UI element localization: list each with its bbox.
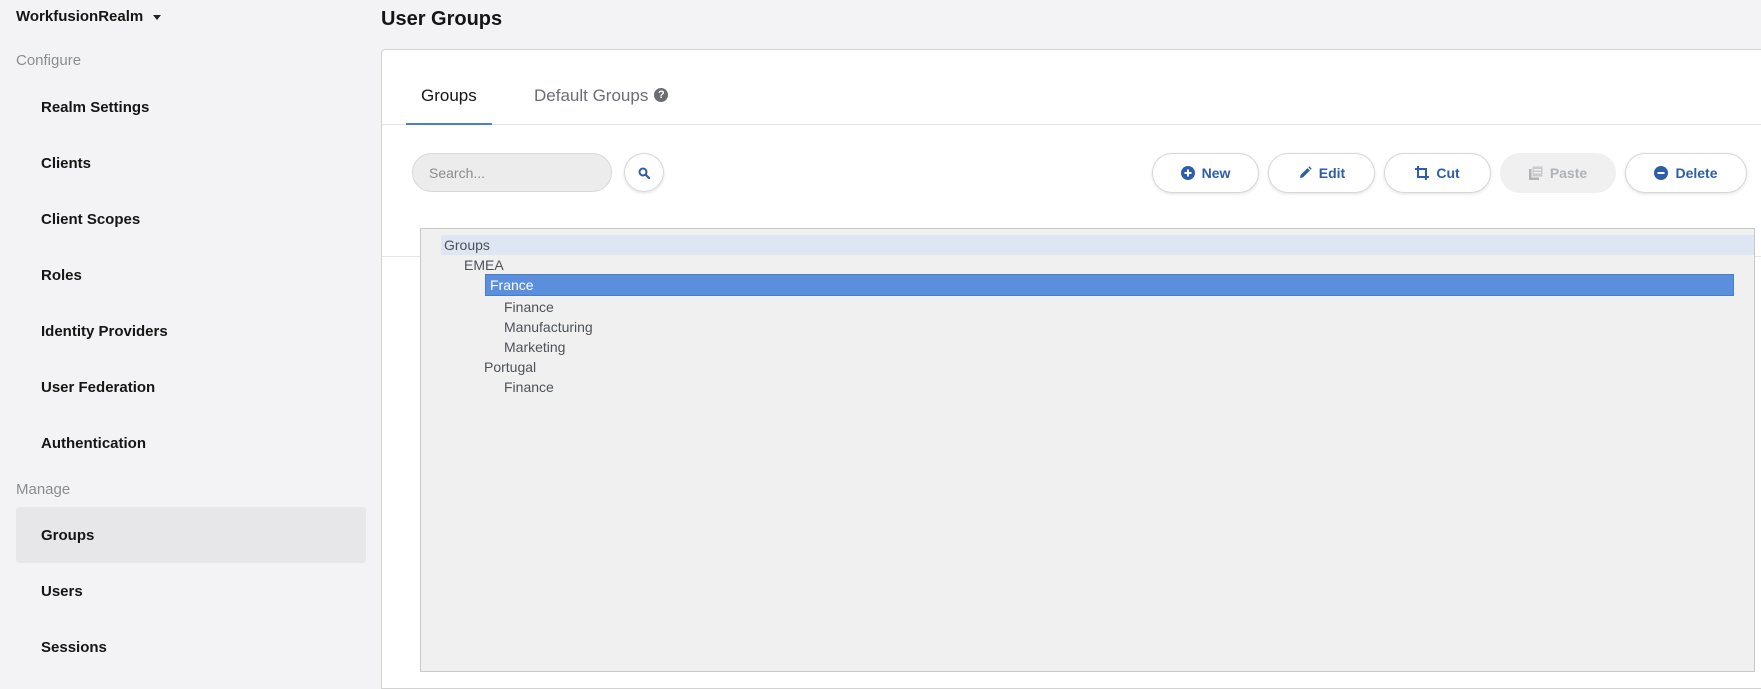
tree-node[interactable]: Manufacturing xyxy=(501,317,593,337)
sidebar-item-identity-providers[interactable]: Identity Providers xyxy=(16,303,366,359)
new-button[interactable]: New xyxy=(1152,153,1259,193)
section-label-manage: Manage xyxy=(16,481,71,498)
sidebar-item-authentication[interactable]: Authentication xyxy=(16,415,366,471)
sidebar-item-label: Groups xyxy=(41,526,95,544)
tree-node-root[interactable]: Groups xyxy=(441,235,1754,255)
delete-button[interactable]: Delete xyxy=(1625,153,1747,193)
sidebar-item-user-federation[interactable]: User Federation xyxy=(16,359,366,415)
tab-groups[interactable]: Groups xyxy=(406,86,492,125)
tree-node[interactable]: Portugal xyxy=(481,357,536,377)
crop-icon xyxy=(1415,166,1430,180)
tree-node-label: Finance xyxy=(504,299,554,315)
edit-button[interactable]: Edit xyxy=(1268,153,1375,193)
realm-name: WorkfusionRealm xyxy=(16,8,144,25)
sidebar-item-label: Identity Providers xyxy=(41,322,168,340)
paste-button[interactable]: Paste xyxy=(1500,153,1616,193)
tree-node-label: France xyxy=(490,277,534,293)
sidebar-item-groups[interactable]: Groups xyxy=(16,507,366,563)
delete-button-label: Delete xyxy=(1675,165,1718,181)
realm-selector[interactable]: WorkfusionRealm xyxy=(16,8,162,25)
tree-node[interactable]: Finance xyxy=(501,297,554,317)
tree-node-selected[interactable]: France xyxy=(485,274,1734,296)
sidebar-item-label: Client Scopes xyxy=(41,210,141,228)
help-icon[interactable]: ? xyxy=(654,88,669,102)
tab-default-groups[interactable]: Default Groups ? xyxy=(534,86,669,125)
sidebar-item-label: User Federation xyxy=(41,378,156,396)
sidebar-item-roles[interactable]: Roles xyxy=(16,247,366,303)
sidebar-item-label: Realm Settings xyxy=(41,98,150,116)
sidebar-item-clients[interactable]: Clients xyxy=(16,135,366,191)
paste-button-label: Paste xyxy=(1549,165,1588,181)
groups-card: Groups Default Groups ? New Edit xyxy=(381,49,1761,689)
minus-circle-icon xyxy=(1654,166,1669,180)
edit-button-label: Edit xyxy=(1318,165,1346,181)
tree-node-label: EMEA xyxy=(464,257,504,273)
sidebar-item-label: Sessions xyxy=(41,638,107,656)
tree-node-label: Marketing xyxy=(504,339,566,355)
paste-icon xyxy=(1528,166,1543,180)
cut-button[interactable]: Cut xyxy=(1384,153,1491,193)
plus-circle-icon xyxy=(1180,166,1195,180)
tab-label: Default Groups xyxy=(534,86,649,105)
page-title: User Groups xyxy=(381,8,503,30)
sidebar-item-label: Users xyxy=(41,582,83,600)
search-button[interactable] xyxy=(624,153,664,192)
new-button-label: New xyxy=(1201,165,1231,181)
sidebar-item-client-scopes[interactable]: Client Scopes xyxy=(16,191,366,247)
sidebar-item-label: Roles xyxy=(41,266,82,284)
sidebar: WorkfusionRealm Configure Realm Settings… xyxy=(0,0,381,679)
cut-button-label: Cut xyxy=(1436,165,1460,181)
tab-bar: Groups Default Groups ? xyxy=(382,50,1761,125)
tree-node-label: Portugal xyxy=(484,359,537,375)
section-label-configure: Configure xyxy=(16,52,82,69)
search-input[interactable] xyxy=(412,153,612,192)
tab-label: Groups xyxy=(421,86,477,105)
tree-node-label: Manufacturing xyxy=(504,319,593,335)
tree-node[interactable]: Finance xyxy=(501,377,554,397)
tree-node[interactable]: Marketing xyxy=(501,337,565,357)
search-icon xyxy=(638,167,650,179)
sidebar-item-label: Authentication xyxy=(41,434,146,452)
tree-node-label: Finance xyxy=(504,379,554,395)
pencil-icon xyxy=(1299,166,1312,178)
sidebar-item-sessions[interactable]: Sessions xyxy=(16,619,366,675)
sidebar-item-label: Clients xyxy=(41,154,92,172)
caret-down-icon xyxy=(153,15,162,20)
tree-node[interactable]: EMEA xyxy=(461,255,504,275)
sidebar-item-realm-settings[interactable]: Realm Settings xyxy=(16,79,366,135)
group-tree: Groups EMEA France Finance Manufacturing… xyxy=(420,228,1755,672)
sidebar-item-users[interactable]: Users xyxy=(16,563,366,619)
tree-node-label: Groups xyxy=(444,237,490,253)
